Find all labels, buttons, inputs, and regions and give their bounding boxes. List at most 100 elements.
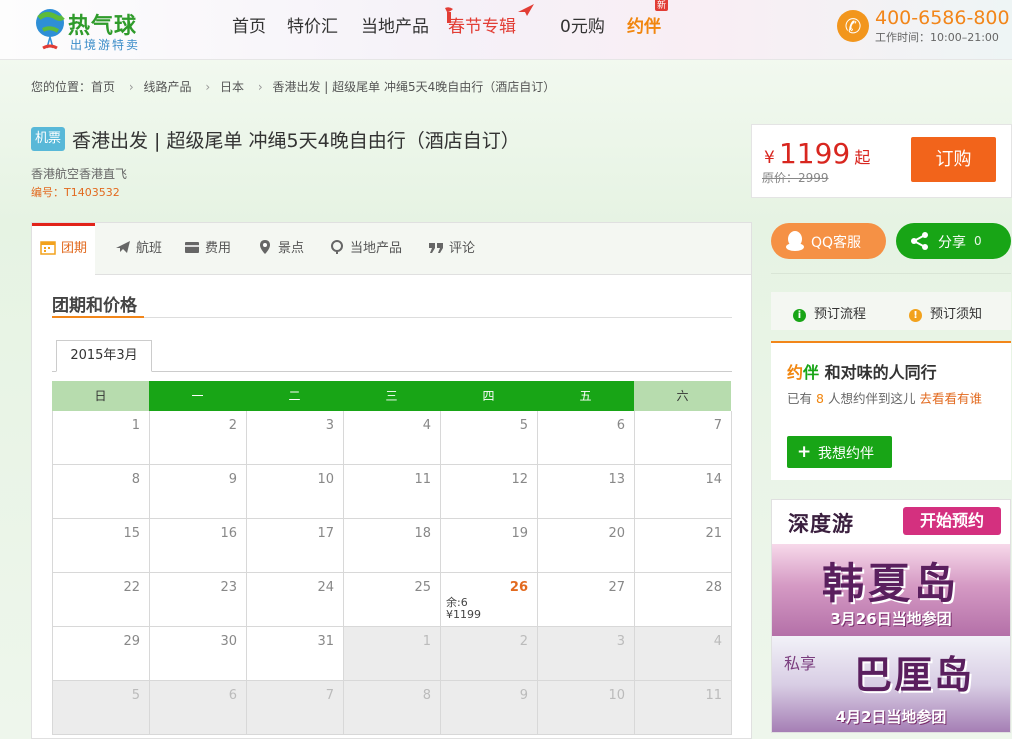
- day-number: 8: [422, 688, 431, 703]
- promo-banner[interactable]: 深度游 开始预约 韩夏岛 3月26日当地参团 私享 巴厘岛 4月2日当地参团: [771, 499, 1011, 733]
- day-number: 31: [317, 634, 334, 649]
- calendar-week-row: 1 2 3 4 5 6 7: [53, 411, 732, 465]
- calendar-day: 2: [150, 411, 247, 465]
- nav-local-products[interactable]: 当地产品: [361, 12, 429, 37]
- calendar-day: 16: [150, 519, 247, 573]
- promo-header: 深度游 开始预约: [772, 500, 1010, 544]
- calendar-day: 11: [635, 681, 732, 735]
- start-booking-button[interactable]: 开始预约: [903, 507, 1001, 535]
- breadcrumb-home[interactable]: 首页: [91, 80, 115, 94]
- calendar-day: 3: [538, 627, 635, 681]
- section-title: 团期和价格: [52, 296, 137, 316]
- ticket-tag: 机票: [31, 127, 65, 151]
- day-number: 2: [228, 418, 237, 433]
- month-tab[interactable]: 2015年3月: [56, 340, 152, 372]
- calendar-day: 7: [635, 411, 732, 465]
- day-number: 11: [414, 472, 431, 487]
- nav-yueban[interactable]: 约伴: [627, 12, 661, 37]
- tab-reviews[interactable]: 评论: [428, 223, 475, 275]
- calendar-day: 11: [344, 465, 441, 519]
- day-number: 12: [511, 472, 528, 487]
- hotline: ✆ 400-6586-800 工作时间：10:00–21:00: [837, 7, 1012, 47]
- calendar-day: 10: [538, 681, 635, 735]
- calendar-grid: 1 2 3 4 5 6 7 8 9 10 11 12 13 14 15 16 17 18 19 20 21 22 23 24 2…: [52, 411, 732, 735]
- day-number: 23: [220, 580, 237, 595]
- qq-penguin-icon: [786, 231, 804, 251]
- site-logo[interactable]: 热气球 出境游特卖: [34, 6, 164, 52]
- breadcrumb-separator-icon: ›: [257, 80, 263, 94]
- qq-service-button[interactable]: QQ客服: [771, 223, 886, 259]
- calendar-icon: [40, 241, 56, 255]
- schedule-calendar: 日一二三四五六 1 2 3 4 5 6 7 8 9 10 11 12 13 14 15 16 17 18 19 20 2…: [52, 381, 732, 735]
- tab-flights[interactable]: 航班: [115, 223, 162, 275]
- share-button[interactable]: 分享 0: [896, 223, 1011, 259]
- breadcrumb-separator-icon: ›: [205, 80, 211, 94]
- calendar-day: 2: [441, 627, 538, 681]
- balloon-logo-icon: [36, 9, 65, 50]
- breadcrumb-current: 香港出发 | 超级尾单 冲绳5天4晚自由行（酒店自订）: [272, 80, 556, 94]
- calendar-week-row: 22 23 24 25 26 余:6 ¥1199 27 28: [53, 573, 732, 627]
- product-title: 香港出发 | 超级尾单 冲绳5天4晚自由行（酒店自订）: [72, 130, 520, 152]
- breadcrumb: 您的位置：首页 › 线路产品 › 日本 › 香港出发 | 超级尾单 冲绳5天4晚…: [31, 78, 559, 95]
- firecracker-icon: [445, 7, 453, 23]
- sidebar-divider: [771, 273, 1011, 274]
- day-number: 1: [131, 418, 140, 433]
- booking-flow-link[interactable]: i 预订流程: [793, 303, 866, 322]
- day-price: ¥1199: [446, 608, 481, 621]
- day-number: 30: [220, 634, 237, 649]
- calendar-day: 9: [441, 681, 538, 735]
- calendar-day: 8: [344, 681, 441, 735]
- calendar-day: 25: [344, 573, 441, 627]
- nav-deals[interactable]: 特价汇: [287, 12, 338, 37]
- site-header: 热气球 出境游特卖 首页 特价汇 当地产品 春节专辑 0元购 约伴 新 ✆ 40…: [0, 0, 1012, 60]
- calendar-day: 4: [635, 627, 732, 681]
- calendar-day: 20: [538, 519, 635, 573]
- original-price: 原价：2999: [762, 171, 829, 185]
- day-number: 19: [511, 526, 528, 541]
- promo-private-label: 私享: [784, 654, 817, 673]
- calendar-day: 3: [247, 411, 344, 465]
- tab-schedule[interactable]: 团期: [32, 223, 96, 276]
- day-number: 27: [608, 580, 625, 595]
- nav-home[interactable]: 首页: [232, 12, 266, 37]
- calendar-day: 9: [150, 465, 247, 519]
- tab-local-products[interactable]: 当地产品: [329, 223, 402, 275]
- logo-slogan: 出境游特卖: [70, 38, 141, 52]
- calendar-week-row: 29 30 31 1 2 3 4: [53, 627, 732, 681]
- plane-icon: [116, 241, 130, 253]
- day-number: 22: [123, 580, 140, 595]
- main-panel: 团期 航班 费用 景点 当地产品 评论 团期和价格 2015年3月 日一二三四五…: [31, 222, 752, 739]
- nav-zero-buy[interactable]: 0元购: [560, 12, 605, 37]
- current-price: ¥ 1199 起: [764, 137, 871, 170]
- breadcrumb-routes[interactable]: 线路产品: [144, 80, 192, 94]
- calendar-day-available[interactable]: 26 余:6 ¥1199: [441, 573, 538, 627]
- hotline-number: 400-6586-800: [875, 7, 1010, 29]
- weekday-label: 三: [343, 381, 440, 411]
- breadcrumb-japan[interactable]: 日本: [220, 80, 244, 94]
- calendar-week-row: 8 9 10 11 12 13 14: [53, 465, 732, 519]
- tab-attractions[interactable]: 景点: [257, 223, 304, 275]
- day-number: 26: [509, 580, 528, 595]
- nav-spring-festival[interactable]: 春节专辑: [445, 4, 534, 37]
- yueban-count: 8: [816, 391, 824, 406]
- booking-notice-link[interactable]: ! 预订须知: [909, 303, 982, 322]
- day-number: 21: [705, 526, 722, 541]
- see-who-link[interactable]: 去看看有谁: [919, 391, 982, 406]
- calendar-day: 18: [344, 519, 441, 573]
- day-number: 7: [713, 418, 722, 433]
- day-number: 25: [414, 580, 431, 595]
- calendar-day: 6: [538, 411, 635, 465]
- order-button[interactable]: 订购: [911, 137, 996, 182]
- day-number: 2: [519, 634, 528, 649]
- day-number: 9: [228, 472, 237, 487]
- weekday-label: 五: [537, 381, 634, 411]
- share-icon: [911, 232, 928, 250]
- tab-fees[interactable]: 费用: [184, 223, 231, 275]
- airline-info: 香港航空香港直飞: [31, 167, 128, 181]
- day-number: 4: [422, 418, 431, 433]
- promo-korea[interactable]: 韩夏岛 3月26日当地参团: [772, 544, 1010, 636]
- want-yueban-button[interactable]: + 我想约伴: [787, 436, 892, 468]
- day-number: 3: [325, 418, 334, 433]
- promo-bali[interactable]: 私享 巴厘岛 4月2日当地参团: [772, 636, 1010, 732]
- day-number: 3: [616, 634, 625, 649]
